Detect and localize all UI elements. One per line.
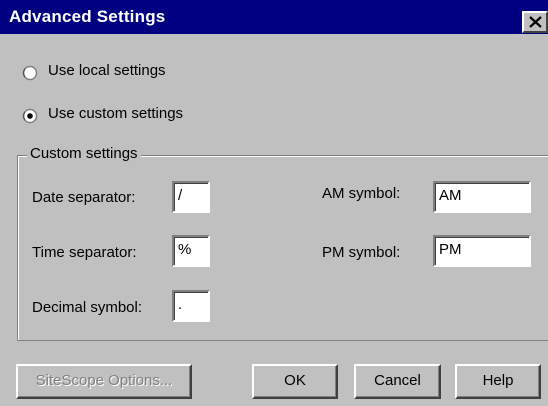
help-button[interactable]: Help xyxy=(455,364,541,399)
radio-custom-label: Use custom settings xyxy=(48,105,184,122)
radio-button-unchecked[interactable] xyxy=(22,65,38,81)
time-separator-input[interactable]: % xyxy=(172,235,210,267)
decimal-symbol-label: Decimal symbol: xyxy=(32,299,143,316)
close-button[interactable] xyxy=(522,11,548,33)
radio-local-label: Use local settings xyxy=(48,62,166,79)
time-separator-label: Time separator: xyxy=(32,244,137,261)
sitescope-options-button[interactable]: SiteScope Options... xyxy=(16,364,192,399)
pm-symbol-label: PM symbol: xyxy=(322,244,401,261)
am-symbol-label: AM symbol: xyxy=(322,185,401,202)
custom-settings-legend: Custom settings xyxy=(27,145,141,162)
pm-symbol-input[interactable]: PM xyxy=(433,235,531,267)
ok-button[interactable]: OK xyxy=(252,364,338,399)
close-icon xyxy=(529,16,542,28)
window-title: Advanced Settings xyxy=(9,7,166,26)
title-bar: Advanced Settings xyxy=(0,0,548,34)
date-separator-label: Date separator: xyxy=(32,189,136,206)
am-symbol-input[interactable]: AM xyxy=(433,181,531,213)
decimal-symbol-input[interactable]: . xyxy=(172,290,210,322)
radio-dot xyxy=(27,113,33,119)
cancel-button[interactable]: Cancel xyxy=(354,364,441,399)
radio-button-checked[interactable] xyxy=(22,108,38,124)
date-separator-input[interactable]: / xyxy=(172,181,210,213)
